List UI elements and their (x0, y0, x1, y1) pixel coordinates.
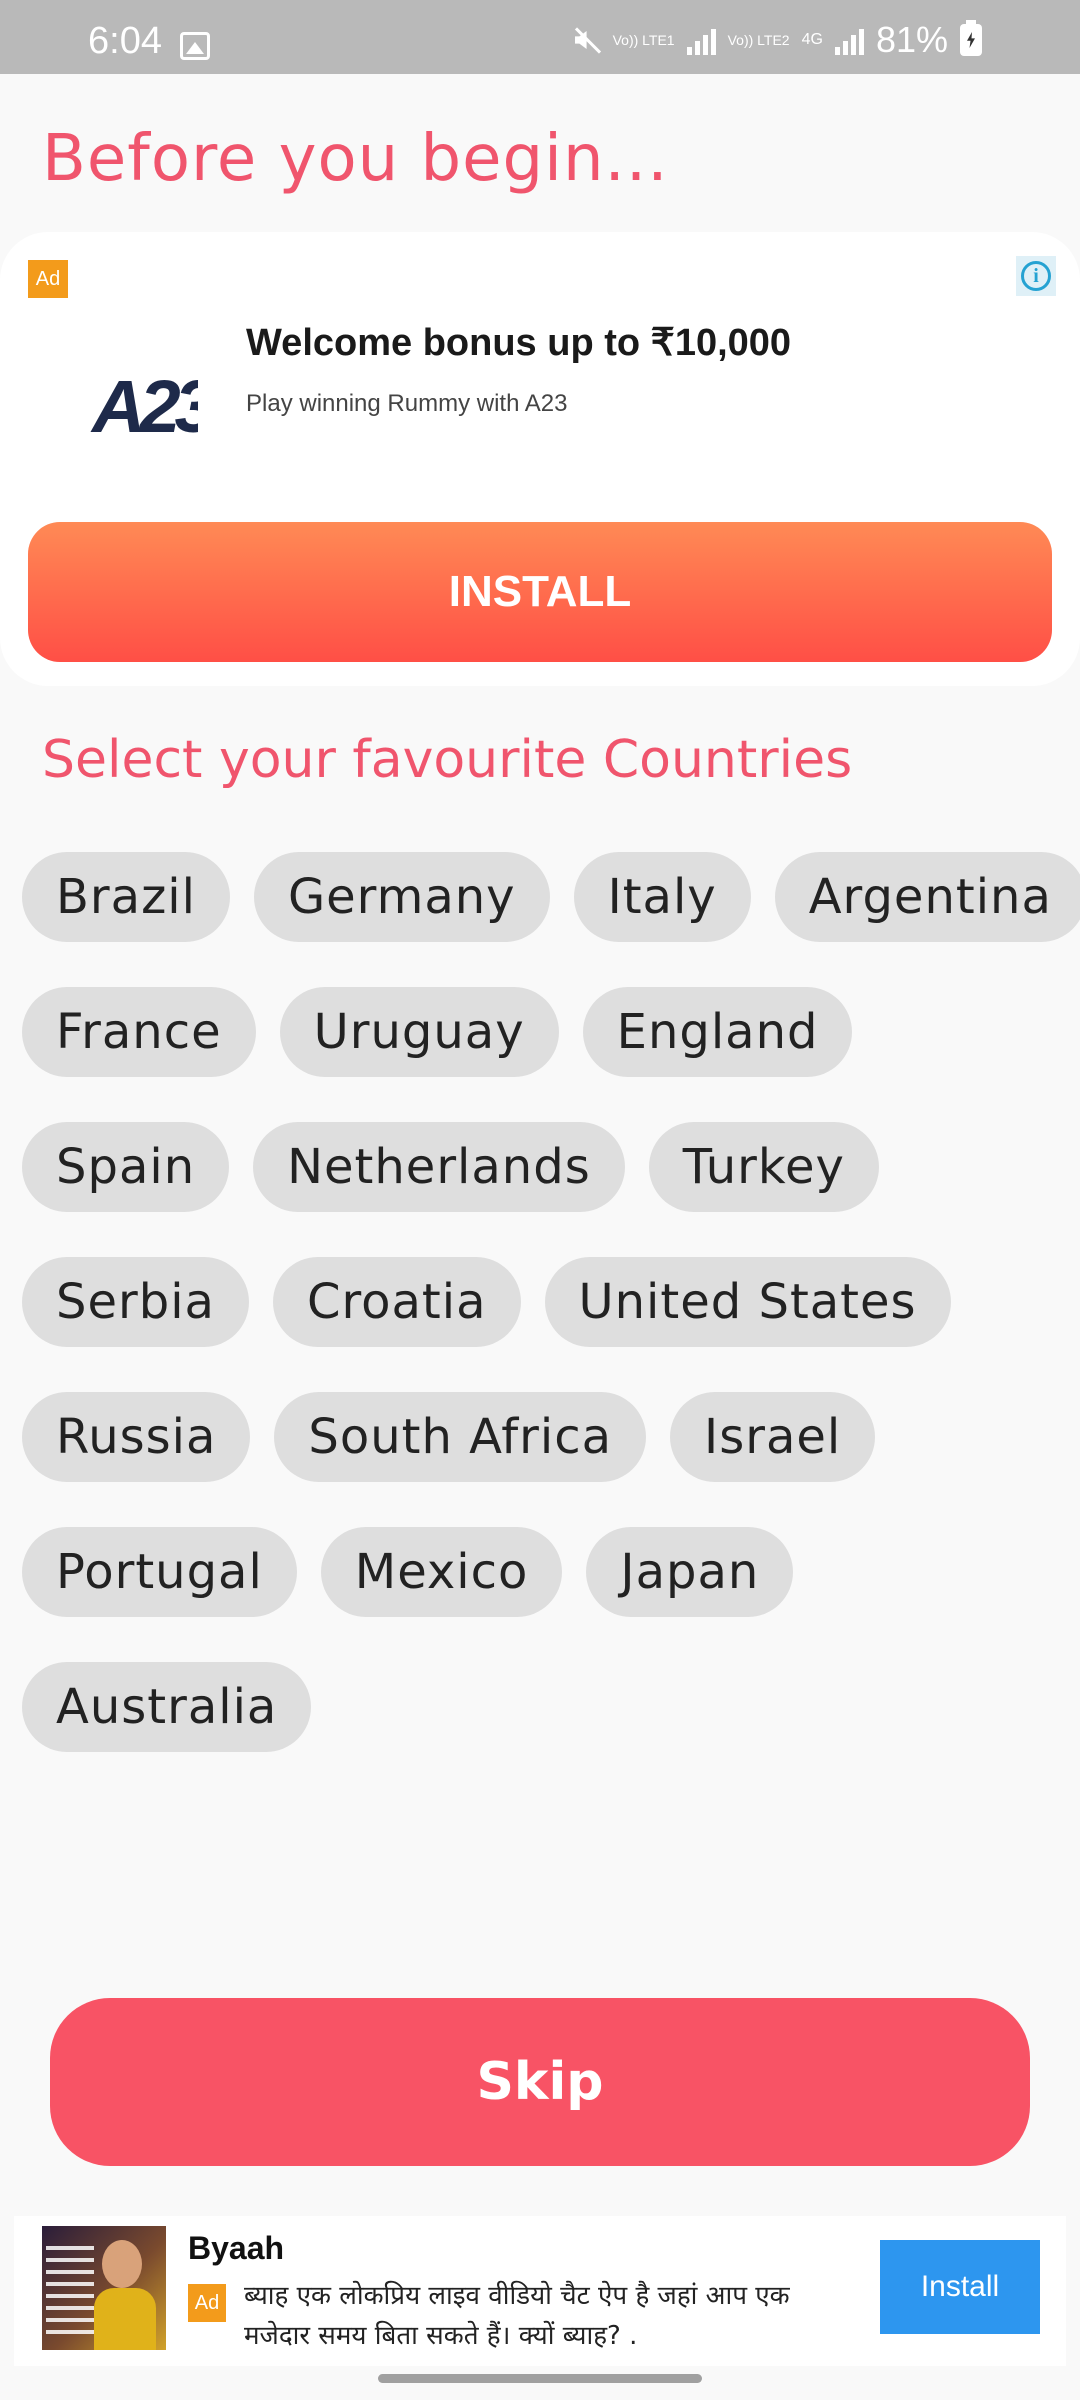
country-chip-russia[interactable]: Russia (22, 1392, 251, 1482)
skip-button[interactable]: Skip (50, 1998, 1030, 2166)
country-chip-south-africa[interactable]: South Africa (274, 1392, 647, 1482)
country-chip-israel[interactable]: Israel (670, 1392, 876, 1482)
country-chip-australia[interactable]: Australia (22, 1662, 312, 1752)
ad-info-icon[interactable]: i (1016, 256, 1056, 296)
country-chip-croatia[interactable]: Croatia (272, 1257, 521, 1347)
chip-row: Australia (22, 1662, 312, 1752)
ad-subtext: Play winning Rummy with A23 (246, 390, 568, 417)
banner-ad[interactable]: Byaah Ad ब्याह एक लोकप्रिय लाइव वीडियो च… (14, 2216, 1066, 2366)
country-chip-portugal[interactable]: Portugal (22, 1527, 297, 1617)
country-chip-serbia[interactable]: Serbia (22, 1257, 249, 1347)
country-chip-france[interactable]: France (22, 987, 256, 1077)
a23-logo-text: A23 (90, 365, 198, 448)
battery-icon (960, 20, 982, 56)
ad-badge: Ad (28, 260, 68, 298)
country-chip-netherlands[interactable]: Netherlands (253, 1122, 625, 1212)
country-chip-argentina[interactable]: Argentina (774, 852, 1080, 942)
ad-headline: Welcome bonus up to ₹10,000 (246, 322, 792, 364)
banner-ad-image (42, 2226, 166, 2350)
banner-ad-text: ब्याह एक लोकप्रिय लाइव वीडियो चैट ऐप है … (244, 2281, 790, 2351)
country-chip-spain[interactable]: Spain (22, 1122, 230, 1212)
banner-install-button[interactable]: Install (880, 2240, 1040, 2334)
country-chip-united-states[interactable]: United States (544, 1257, 951, 1347)
volte2-label: Vo)) LTE2 (727, 31, 790, 48)
gallery-icon (180, 32, 210, 60)
battery-percent: 81% (875, 19, 948, 60)
home-indicator[interactable] (378, 2374, 702, 2383)
mute-icon (571, 25, 601, 55)
country-chip-japan[interactable]: Japan (586, 1527, 794, 1617)
status-time: 6:04 (88, 20, 162, 62)
country-chip-uruguay[interactable]: Uruguay (279, 987, 559, 1077)
a23-logo: A23 (90, 365, 198, 448)
chip-row: Brazil Germany Italy Argentina (22, 852, 1080, 942)
countries-title: Select your favourite Countries (42, 730, 853, 790)
signal-icon (686, 25, 716, 55)
chip-row: Spain Netherlands Turkey (22, 1122, 879, 1212)
chip-row: Portugal Mexico Japan (22, 1527, 794, 1617)
volte1-label: Vo)) LTE1 (612, 31, 675, 48)
chip-row: Russia South Africa Israel (22, 1392, 876, 1482)
page-title: Before you begin... (42, 122, 669, 196)
country-chip-italy[interactable]: Italy (573, 852, 751, 942)
status-bar: 6:04 Vo)) LTE1 Vo)) LTE2 4G 81% (0, 0, 1080, 74)
signal-icon-2 (834, 25, 864, 55)
chip-row: Serbia Croatia United States (22, 1257, 951, 1347)
volte1-text: Vo)) LTE1 (612, 31, 675, 48)
banner-ad-badge: Ad (188, 2284, 226, 2322)
banner-ad-title: Byaah (188, 2230, 285, 2266)
chip-row: France Uruguay England (22, 987, 853, 1077)
status-icons: Vo)) LTE1 Vo)) LTE2 4G 81% (571, 19, 982, 60)
country-chip-germany[interactable]: Germany (253, 852, 550, 942)
volte2-text: Vo)) LTE2 (727, 31, 790, 48)
country-chip-turkey[interactable]: Turkey (648, 1122, 879, 1212)
country-chip-mexico[interactable]: Mexico (320, 1527, 563, 1617)
country-chip-brazil[interactable]: Brazil (22, 852, 230, 942)
ad-install-button[interactable]: INSTALL (28, 522, 1052, 662)
network-type: 4G (801, 31, 823, 48)
country-chip-england[interactable]: England (582, 987, 853, 1077)
